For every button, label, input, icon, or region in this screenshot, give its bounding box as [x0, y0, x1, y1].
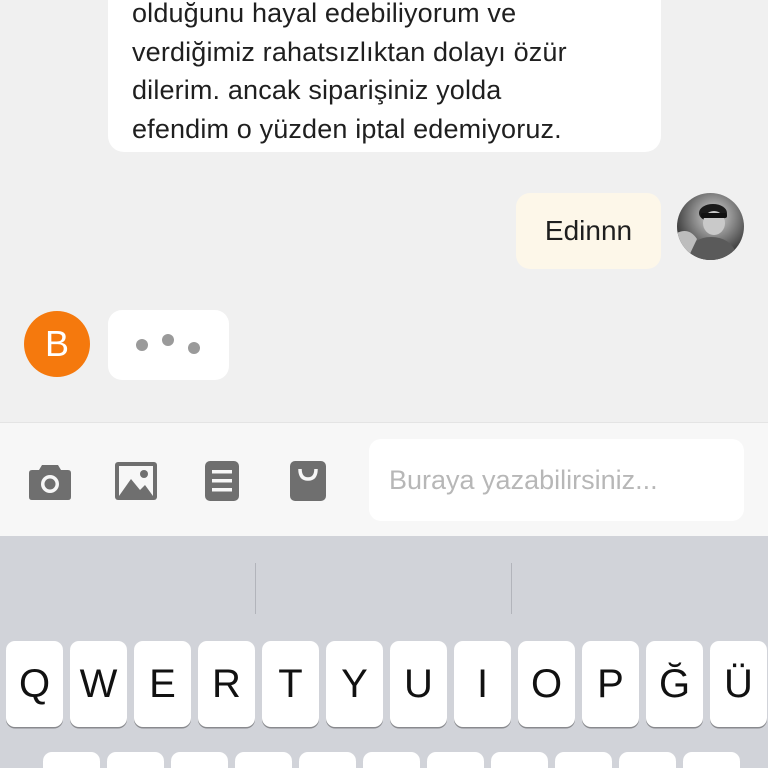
typing-dot: [136, 339, 148, 351]
message-composer: Buraya yazabilirsiniz...: [0, 422, 768, 536]
key-label: W: [79, 661, 118, 706]
key-row2-partial[interactable]: [555, 752, 612, 768]
agent-message-bubble: olduğunu hayal edebiliyorum ve verdiğimi…: [108, 0, 661, 152]
key-g-breve[interactable]: Ğ: [646, 641, 703, 727]
agent-message-line: verdiğimiz rahatsızlıktan dolayı özür: [132, 36, 567, 67]
key-row2-partial[interactable]: [43, 752, 100, 768]
keyboard: Q W E R T Y U I O P Ğ Ü: [0, 536, 768, 768]
key-o[interactable]: O: [518, 641, 575, 727]
key-q[interactable]: Q: [6, 641, 63, 727]
key-w[interactable]: W: [70, 641, 127, 727]
agent-avatar-letter: B: [44, 323, 69, 364]
image-icon[interactable]: [114, 461, 158, 501]
camera-icon[interactable]: [28, 461, 72, 501]
key-label: T: [278, 661, 303, 706]
user-message-text: Edinnn: [544, 215, 633, 246]
key-row2-partial[interactable]: [427, 752, 484, 768]
suggestion-divider: [255, 563, 256, 614]
key-row2-partial[interactable]: [107, 752, 164, 768]
key-y[interactable]: Y: [326, 641, 383, 727]
agent-message-line: dilerim. ancak siparişiniz yolda: [132, 75, 502, 105]
key-p[interactable]: P: [582, 641, 639, 727]
key-label: O: [530, 661, 563, 706]
message-input[interactable]: Buraya yazabilirsiniz...: [369, 439, 744, 521]
key-e[interactable]: E: [134, 641, 191, 727]
agent-message-line: efendim o yüzden iptal edemiyoruz.: [132, 113, 562, 144]
key-label: I: [476, 661, 489, 706]
agent-message-line: olduğunu hayal edebiliyorum ve: [132, 0, 517, 28]
typing-dot: [188, 342, 200, 354]
user-photo-icon: [677, 204, 739, 260]
key-row2-partial[interactable]: [235, 752, 292, 768]
key-label: E: [149, 661, 176, 706]
key-t[interactable]: T: [262, 641, 319, 727]
user-message-bubble: Edinnn: [516, 193, 661, 269]
key-label: P: [597, 661, 624, 706]
key-label: Q: [18, 661, 51, 706]
key-i[interactable]: I: [454, 641, 511, 727]
typing-indicator: [108, 310, 229, 380]
key-row2-partial[interactable]: [171, 752, 228, 768]
user-avatar[interactable]: [677, 193, 744, 260]
key-row2-partial[interactable]: [683, 752, 740, 768]
key-label: U: [404, 661, 433, 706]
key-label: Ü: [724, 661, 753, 706]
key-label: Ğ: [658, 661, 691, 706]
key-u[interactable]: U: [390, 641, 447, 727]
key-label: R: [212, 661, 241, 706]
key-row2-partial[interactable]: [363, 752, 420, 768]
key-label: Y: [341, 661, 368, 706]
document-icon[interactable]: [200, 461, 244, 501]
key-row2-partial[interactable]: [299, 752, 356, 768]
key-u-umlaut[interactable]: Ü: [710, 641, 767, 727]
shopping-bag-icon[interactable]: [286, 461, 330, 501]
suggestion-divider: [511, 563, 512, 614]
key-row2-partial[interactable]: [491, 752, 548, 768]
key-row2-partial[interactable]: [619, 752, 676, 768]
agent-avatar[interactable]: B: [24, 311, 90, 377]
key-r[interactable]: R: [198, 641, 255, 727]
typing-dot: [162, 334, 174, 346]
chat-area: olduğunu hayal edebiliyorum ve verdiğimi…: [0, 0, 768, 422]
message-input-placeholder: Buraya yazabilirsiniz...: [389, 464, 658, 495]
